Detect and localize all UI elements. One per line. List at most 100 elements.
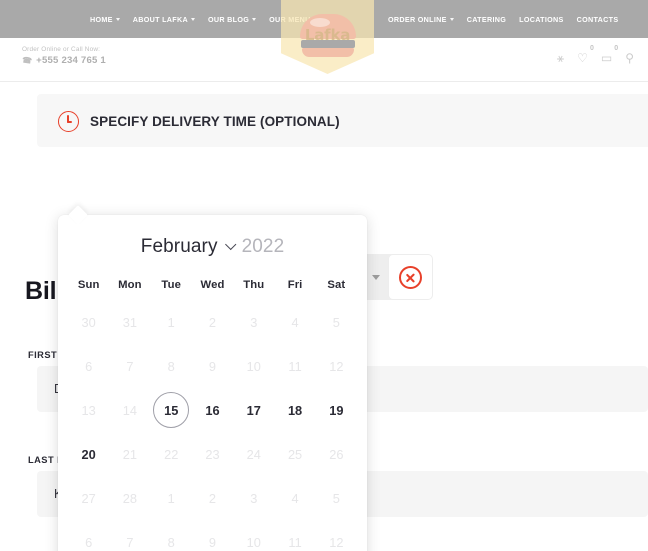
calendar-day: 2: [192, 300, 233, 344]
calendar-day: 6: [68, 520, 109, 551]
nav-item-label: OUR BLOG: [208, 15, 249, 24]
calendar-day-number: 28: [123, 491, 137, 506]
chevron-down-icon: [252, 18, 256, 21]
calendar-day-number: 18: [288, 403, 302, 418]
popup-arrow: [68, 205, 88, 225]
nav-item-label: LOCATIONS: [519, 15, 564, 24]
cart-icon-badge: 0: [614, 45, 618, 52]
calendar-day-number: 8: [168, 535, 175, 550]
burger-bun-bottom: [302, 48, 354, 57]
nav-item-label: ABOUT LAFKA: [133, 15, 188, 24]
calendar-day-number: 19: [329, 403, 343, 418]
calendar-day: 1: [151, 476, 192, 520]
account-icon[interactable]: ⚹: [557, 50, 564, 66]
calendar-header: February 2022: [58, 236, 367, 258]
calendar-day: 30: [68, 300, 109, 344]
calendar-day[interactable]: 20: [68, 432, 109, 476]
calendar-day-number: 3: [250, 315, 257, 330]
calendar-day[interactable]: 18: [274, 388, 315, 432]
calendar-day-number: 20: [82, 447, 96, 462]
calendar-day: 11: [274, 344, 315, 388]
nav-item-label: ORDER ONLINE: [388, 15, 447, 24]
chevron-down-icon: [116, 18, 120, 21]
calendar-day[interactable]: 17: [233, 388, 274, 432]
search-icon[interactable]: ⚲: [625, 50, 634, 66]
calendar-day: 5: [316, 476, 357, 520]
nav-item-home[interactable]: HOME: [90, 15, 120, 24]
chevron-down-icon[interactable]: [225, 239, 236, 250]
calendar-day-number: 21: [123, 447, 137, 462]
clear-delivery-time-button[interactable]: [388, 254, 433, 300]
cart-icon[interactable]: ▭0: [601, 50, 612, 66]
weekday-header-sat: Sat: [316, 269, 357, 300]
weekday-header-thu: Thu: [233, 269, 274, 300]
nav-item-locations[interactable]: LOCATIONS: [519, 15, 564, 24]
nav-item-order-online[interactable]: ORDER ONLINE: [388, 15, 454, 24]
nav-item-label: CATERING: [467, 15, 506, 24]
calendar-day: 8: [151, 520, 192, 551]
calendar-day-number: 10: [247, 359, 261, 374]
nav-item-about-lafka[interactable]: ABOUT LAFKA: [133, 15, 195, 24]
calendar-day: 12: [316, 344, 357, 388]
calendar-day: 27: [68, 476, 109, 520]
calendar-day: 14: [109, 388, 150, 432]
phone-number: +555 234 765 1: [36, 55, 106, 66]
calendar-day-number: 5: [333, 315, 340, 330]
calendar-day-number: 5: [333, 491, 340, 506]
calendar-day-number: 7: [126, 359, 133, 374]
weekday-header-wed: Wed: [192, 269, 233, 300]
nav-item-contacts[interactable]: CONTACTS: [577, 15, 619, 24]
wishlist-icon-glyph: ♡: [577, 51, 588, 65]
calendar-day-number: 13: [82, 403, 96, 418]
calendar-day-number: 31: [123, 315, 137, 330]
calendar-month-label[interactable]: February: [141, 236, 218, 258]
date-picker-popup[interactable]: February 2022 SunMonTueWedThuFriSat30311…: [58, 215, 367, 551]
calendar-day-number: 14: [123, 403, 137, 418]
calendar-day: 5: [316, 300, 357, 344]
nav-right-group: ORDER ONLINE CATERING LOCATIONS CONTACTS: [388, 0, 618, 38]
calendar-year-label: 2022: [242, 236, 285, 258]
calendar-day: 13: [68, 388, 109, 432]
calendar-day-number: 8: [168, 359, 175, 374]
calendar-day: 9: [192, 344, 233, 388]
calendar-day: 23: [192, 432, 233, 476]
calendar-day: 1: [151, 300, 192, 344]
nav-item-catering[interactable]: CATERING: [467, 15, 506, 24]
calendar-day: 12: [316, 520, 357, 551]
calendar-day: 10: [233, 344, 274, 388]
calendar-day: 7: [109, 344, 150, 388]
contact-phone[interactable]: ☎ +555 234 765 1: [22, 55, 106, 66]
account-icon-glyph: ⚹: [557, 51, 564, 65]
calendar-day-number: 9: [209, 359, 216, 374]
calendar-day[interactable]: 19: [316, 388, 357, 432]
calendar-day[interactable]: 16: [192, 388, 233, 432]
calendar-day: 4: [274, 300, 315, 344]
contact-block: Order Online or Call Now: ☎ +555 234 765…: [22, 46, 106, 66]
calendar-day-number: 6: [85, 535, 92, 550]
calendar-day-number: 12: [329, 359, 343, 374]
header-icon-group: ⚹ ♡0 ▭0 ⚲: [557, 50, 634, 66]
calendar-day-number: 4: [292, 315, 299, 330]
chevron-down-icon: [372, 275, 380, 280]
calendar-day-number: 11: [288, 535, 301, 550]
calendar-grid: SunMonTueWedThuFriSat3031123456789101112…: [68, 269, 357, 551]
calendar-day: 4: [274, 476, 315, 520]
calendar-day: 3: [233, 476, 274, 520]
calendar-day: 2: [192, 476, 233, 520]
main-content: Billing Details FIRST NAME D LAST NAME K…: [0, 82, 648, 551]
calendar-day-number: 22: [164, 447, 178, 462]
calendar-day-number: 4: [292, 491, 299, 506]
clock-icon: [58, 111, 79, 132]
calendar-day-today[interactable]: 15: [151, 388, 192, 432]
calendar-day-number: 30: [82, 315, 96, 330]
site-logo[interactable]: Lafka: [281, 0, 374, 74]
nav-item-our-blog[interactable]: OUR BLOG: [208, 15, 256, 24]
calendar-day: 26: [316, 432, 357, 476]
calendar-day-number: 12: [329, 535, 343, 550]
wishlist-icon[interactable]: ♡0: [577, 50, 588, 66]
weekday-header-mon: Mon: [109, 269, 150, 300]
contact-label: Order Online or Call Now:: [22, 46, 106, 53]
weekday-header-fri: Fri: [274, 269, 315, 300]
calendar-day-number: 16: [205, 403, 219, 418]
nav-item-label: CONTACTS: [577, 15, 619, 24]
